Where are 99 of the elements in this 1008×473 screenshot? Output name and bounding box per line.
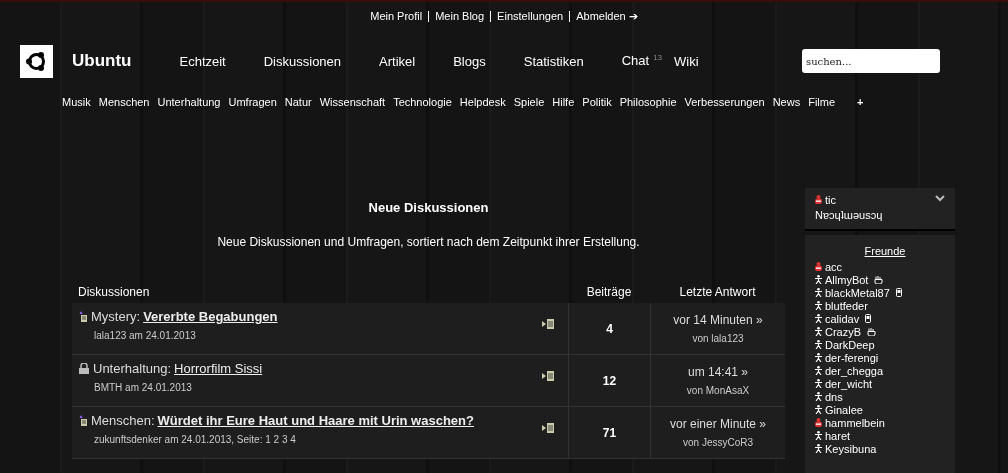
category-label: Menschen: bbox=[91, 413, 155, 428]
nav-link[interactable]: Wiki bbox=[674, 53, 699, 69]
friend-name[interactable]: Keysibuna bbox=[825, 442, 877, 455]
thread-meta: BMTH am 24.01.2013 bbox=[94, 382, 193, 393]
category-link[interactable]: Filme bbox=[808, 96, 836, 108]
person-icon bbox=[815, 275, 822, 284]
category-link[interactable]: Wissenschaft bbox=[319, 96, 386, 108]
friend-name[interactable]: Ginalee bbox=[825, 403, 863, 416]
new-thread-icon bbox=[78, 414, 88, 427]
thread-list-icon[interactable] bbox=[542, 319, 554, 329]
friend-name[interactable]: der-ferengi bbox=[825, 351, 879, 364]
nav-link[interactable]: Statistiken bbox=[523, 53, 584, 69]
chevron-down-icon[interactable] bbox=[935, 195, 945, 202]
friend-name[interactable]: AllmyBot bbox=[825, 273, 869, 286]
hand-icon bbox=[867, 327, 877, 336]
last-reply-link[interactable]: vor einer Minute » bbox=[669, 417, 766, 431]
category-link[interactable]: + bbox=[857, 96, 864, 108]
busy-status-icon bbox=[815, 262, 822, 271]
person-icon bbox=[815, 392, 822, 401]
thread-meta: lala123 am 24.01.2013 bbox=[94, 330, 197, 341]
nav-link[interactable]: Diskussionen bbox=[263, 53, 342, 69]
person-icon bbox=[815, 366, 822, 375]
last-reply-link[interactable]: um 14:41 » bbox=[687, 365, 748, 379]
last-reply-author: von MonAsaX bbox=[686, 385, 750, 396]
friend-name[interactable]: hammelbein bbox=[825, 416, 885, 429]
category-link[interactable]: Philosophie bbox=[619, 96, 677, 108]
top-link[interactable]: Mein Blog bbox=[428, 11, 491, 22]
person-icon bbox=[815, 340, 822, 349]
post-count: 12 bbox=[602, 373, 617, 388]
category-label: Unterhaltung: bbox=[93, 361, 172, 376]
category-link[interactable]: Unterhaltung bbox=[157, 96, 221, 108]
nav-link[interactable]: Chat $^{13}$ bbox=[621, 53, 663, 69]
last-reply-author: von lala123 bbox=[692, 333, 744, 344]
site-title[interactable]: Ubuntu bbox=[72, 51, 132, 71]
thread-list-icon[interactable] bbox=[542, 423, 554, 433]
person-icon bbox=[815, 379, 822, 388]
category-link[interactable]: Hilfe bbox=[552, 96, 575, 108]
top-link[interactable]: Einstellungen bbox=[490, 11, 570, 22]
category-link[interactable]: Spiele bbox=[513, 96, 545, 108]
page-heading: Neue Diskussionen bbox=[367, 200, 490, 215]
friend-name[interactable]: der_chegga bbox=[825, 364, 884, 377]
category-label: Mystery: bbox=[91, 309, 141, 324]
thread-meta: zukunftsdenker am 24.01.2013, Seite: 1 2 3 4 bbox=[94, 434, 297, 445]
thread-link[interactable]: Würdet ihr Eure Haut und Haare mit Urin waschen? bbox=[157, 413, 474, 428]
chat-count: 13 bbox=[653, 53, 663, 63]
nav-link[interactable]: Blogs bbox=[453, 53, 486, 69]
top-link[interactable]: Abmelden ➔ bbox=[569, 11, 644, 22]
friend-name[interactable]: blutfeder bbox=[825, 299, 868, 312]
friend-name[interactable]: DarkDeep bbox=[825, 338, 875, 351]
last-reply-author: von JessyCoR3 bbox=[683, 437, 753, 448]
friend-name[interactable]: haret bbox=[825, 429, 851, 442]
column-header: Beiträge bbox=[585, 285, 633, 299]
person-icon bbox=[815, 301, 822, 310]
hand-icon bbox=[874, 275, 884, 284]
friend-name[interactable]: der_wicht bbox=[825, 377, 873, 390]
person-icon bbox=[815, 327, 822, 336]
category-link[interactable]: News bbox=[772, 96, 801, 108]
person-icon bbox=[815, 405, 822, 414]
busy-status-icon bbox=[815, 418, 822, 427]
category-link[interactable]: Musik bbox=[62, 96, 91, 108]
friend-name[interactable]: dns bbox=[825, 390, 843, 403]
logo-icon[interactable] bbox=[20, 44, 53, 78]
padlock-icon bbox=[78, 363, 90, 374]
category-link[interactable]: Politik bbox=[582, 96, 612, 108]
person-icon bbox=[815, 444, 822, 453]
category-link[interactable]: Umfragen bbox=[228, 96, 277, 108]
person-icon bbox=[815, 353, 822, 362]
friend-name[interactable]: acc bbox=[825, 260, 843, 273]
busy-status-icon bbox=[815, 195, 822, 204]
user-name[interactable]: tic bbox=[825, 193, 836, 206]
person-icon bbox=[815, 314, 822, 323]
thread-list-icon[interactable] bbox=[542, 371, 554, 381]
category-link[interactable]: Helpdesk bbox=[459, 96, 506, 108]
nav-link[interactable]: Artikel bbox=[379, 53, 416, 69]
new-thread-icon bbox=[78, 310, 88, 323]
mobile-phone-icon bbox=[865, 314, 872, 323]
person-icon bbox=[815, 288, 822, 297]
column-header: Diskussionen bbox=[77, 285, 151, 299]
thread-link[interactable]: Vererbte Begabungen bbox=[143, 309, 278, 324]
mobile-phone-icon bbox=[895, 288, 902, 297]
friend-name[interactable]: calidav bbox=[825, 312, 860, 325]
post-count: 71 bbox=[602, 425, 617, 440]
category-link[interactable]: Menschen bbox=[98, 96, 150, 108]
top-link[interactable]: Mein Profil bbox=[364, 11, 429, 22]
user-motto: Nɐɔɥʇɯǝusɔɥ bbox=[815, 209, 884, 221]
column-header: Letzte Antwort bbox=[678, 285, 757, 299]
last-reply-link[interactable]: vor 14 Minuten » bbox=[673, 313, 763, 327]
thread-link[interactable]: Horrorfilm Sissi bbox=[174, 361, 263, 376]
search-field[interactable]: suchen... bbox=[802, 49, 940, 73]
nav-link[interactable]: Echtzeit bbox=[179, 53, 226, 69]
page-description: Neue Diskussionen und Umfragen, sortiert nach dem Zeitpunkt ihrer Erstellung. bbox=[216, 235, 641, 249]
friends-title[interactable]: Freunde bbox=[815, 245, 955, 257]
post-count: 4 bbox=[606, 321, 613, 336]
category-link[interactable]: Technologie bbox=[393, 96, 452, 108]
person-icon bbox=[815, 431, 822, 440]
friend-name[interactable]: CrazyB bbox=[825, 325, 862, 338]
friend-name[interactable]: blackMetal87 bbox=[825, 286, 890, 299]
category-link[interactable]: Verbesserungen bbox=[684, 96, 765, 108]
category-link[interactable]: Natur bbox=[284, 96, 312, 108]
